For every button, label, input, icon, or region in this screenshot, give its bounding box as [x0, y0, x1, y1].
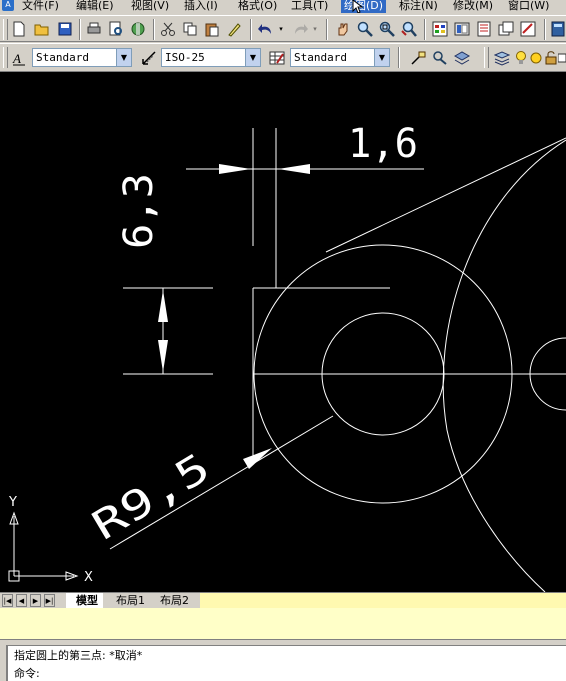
layer-thaw-sun-icon[interactable] [529, 48, 543, 68]
tab-first-button[interactable]: |◀ [2, 594, 13, 607]
ucs-y-label: Y [8, 495, 17, 510]
tab-model[interactable]: 模型 [66, 593, 103, 609]
layer-unlock-icon[interactable] [544, 48, 558, 68]
standard-toolbar: ▾ ▾ [0, 15, 566, 42]
paste-icon[interactable] [202, 19, 222, 39]
toolbar-grip[interactable] [484, 47, 489, 68]
command-prompt[interactable]: 命令: [14, 665, 40, 681]
layer-on-bulb-icon[interactable] [514, 48, 528, 68]
menu-insert[interactable]: 插入(I) [184, 0, 218, 13]
menu-modify[interactable]: 修改(M) [453, 0, 493, 13]
table-style-value: Standard [294, 51, 347, 64]
arrowhead-vertical-lower [158, 340, 168, 372]
dimension-style-value: ISO-25 [165, 51, 205, 64]
chevron-down-icon[interactable]: ▼ [116, 49, 131, 66]
table-style-icon[interactable] [267, 48, 287, 68]
menu-dimension[interactable]: 标注(N) [399, 0, 438, 13]
toolbar-separator [424, 19, 426, 40]
menu-tools[interactable]: 工具(T) [291, 0, 328, 13]
command-area: 指定圆上的第三点: *取消* 命令: [0, 608, 566, 681]
layer-walk-icon[interactable] [430, 48, 450, 68]
pan-icon[interactable] [333, 19, 353, 39]
chevron-down-icon[interactable]: ▼ [245, 49, 260, 66]
copy-icon[interactable] [180, 19, 200, 39]
styles-toolbar: A Standard ▼ ISO-25 ▼ Standard ▼ [0, 43, 566, 72]
zoom-previous-icon[interactable] [399, 19, 419, 39]
layer-states-icon[interactable] [452, 48, 472, 68]
menu-window[interactable]: 窗口(W) [508, 0, 549, 13]
app-icon[interactable]: A [2, 0, 14, 11]
command-history-pane [0, 608, 566, 640]
menu-bar: A 文件(F) 编辑(E) 视图(V) 插入(I) 格式(O) 工具(T) 绘图… [0, 0, 566, 13]
menu-edit[interactable]: 编辑(E) [76, 0, 114, 13]
ucs-x-label: X [84, 570, 93, 585]
menu-view[interactable]: 视图(V) [131, 0, 169, 13]
dimension-style-icon[interactable] [139, 48, 159, 68]
print-icon[interactable] [84, 19, 104, 39]
save-icon[interactable] [55, 19, 75, 39]
menu-format[interactable]: 格式(O) [238, 0, 277, 13]
toolbar-separator [544, 19, 546, 40]
multileader-style-icon[interactable] [408, 48, 428, 68]
markup-set-icon[interactable] [518, 19, 538, 39]
toolbar-separator [326, 19, 328, 40]
sheet-set-manager-icon[interactable] [496, 19, 516, 39]
dim-text-horizontal: 1,6 [348, 121, 418, 167]
tool-palettes-icon[interactable] [474, 19, 494, 39]
layout-tab-bar: |◀ ◀ ▶ ▶| 模型 布局1 布局2 [0, 592, 566, 609]
redo-icon[interactable] [290, 19, 310, 39]
properties-icon[interactable] [430, 19, 450, 39]
tab-next-button[interactable]: ▶ [30, 594, 41, 607]
tab-prev-button[interactable]: ◀ [16, 594, 27, 607]
drawing-canvas[interactable]: 1,6 6,3 R9,5 X Y [0, 72, 566, 592]
cut-icon[interactable] [158, 19, 178, 39]
new-file-icon[interactable] [9, 19, 29, 39]
chevron-down-icon[interactable]: ▼ [374, 49, 389, 66]
undo-dropdown-icon[interactable]: ▾ [277, 19, 285, 39]
tab-layout2[interactable]: 布局2 [150, 593, 194, 609]
dimension-style-select[interactable]: ISO-25 ▼ [161, 48, 261, 67]
toolbar-separator [79, 19, 81, 40]
mouse-cursor-icon [352, 0, 364, 13]
text-style-select[interactable]: Standard ▼ [32, 48, 132, 67]
open-file-icon[interactable] [32, 19, 52, 39]
toolbar-grip[interactable] [3, 47, 8, 68]
tab-bar-fill [200, 593, 566, 608]
design-center-icon[interactable] [452, 19, 472, 39]
table-style-select[interactable]: Standard ▼ [290, 48, 390, 67]
arrowhead-vertical-upper [158, 290, 168, 322]
toolbar-separator [250, 19, 252, 40]
match-properties-icon[interactable] [224, 19, 244, 39]
large-arc [442, 139, 566, 592]
dim-text-vertical: 6,3 [116, 173, 162, 249]
svg-text:A: A [12, 51, 21, 66]
tab-layout1[interactable]: 布局1 [106, 593, 150, 609]
text-style-icon[interactable]: A [9, 48, 29, 68]
undo-icon[interactable] [256, 19, 276, 39]
drawing-svg: 1,6 6,3 R9,5 X Y [8, 121, 566, 592]
publish-icon[interactable] [128, 19, 148, 39]
redo-dropdown-icon[interactable]: ▾ [311, 19, 319, 39]
text-style-value: Standard [36, 51, 89, 64]
arrowhead-horizontal-left [219, 164, 251, 174]
layer-properties-icon[interactable] [492, 48, 512, 68]
arrowhead-horizontal-right [278, 164, 310, 174]
quickcalc-icon[interactable] [548, 19, 566, 39]
tab-last-button[interactable]: ▶| [44, 594, 55, 607]
menu-file[interactable]: 文件(F) [22, 0, 59, 13]
layer-color-swatch[interactable] [558, 48, 566, 68]
toolbar-separator [153, 19, 155, 40]
command-history-line: 指定圆上的第三点: *取消* [14, 649, 143, 662]
command-window[interactable]: 指定圆上的第三点: *取消* 命令: [6, 645, 566, 681]
arrowhead-radius [243, 448, 272, 469]
zoom-window-icon[interactable] [377, 19, 397, 39]
zoom-realtime-icon[interactable] [355, 19, 375, 39]
plot-preview-icon[interactable] [106, 19, 126, 39]
toolbar-separator [398, 47, 400, 68]
toolbar-grip[interactable] [3, 19, 8, 40]
